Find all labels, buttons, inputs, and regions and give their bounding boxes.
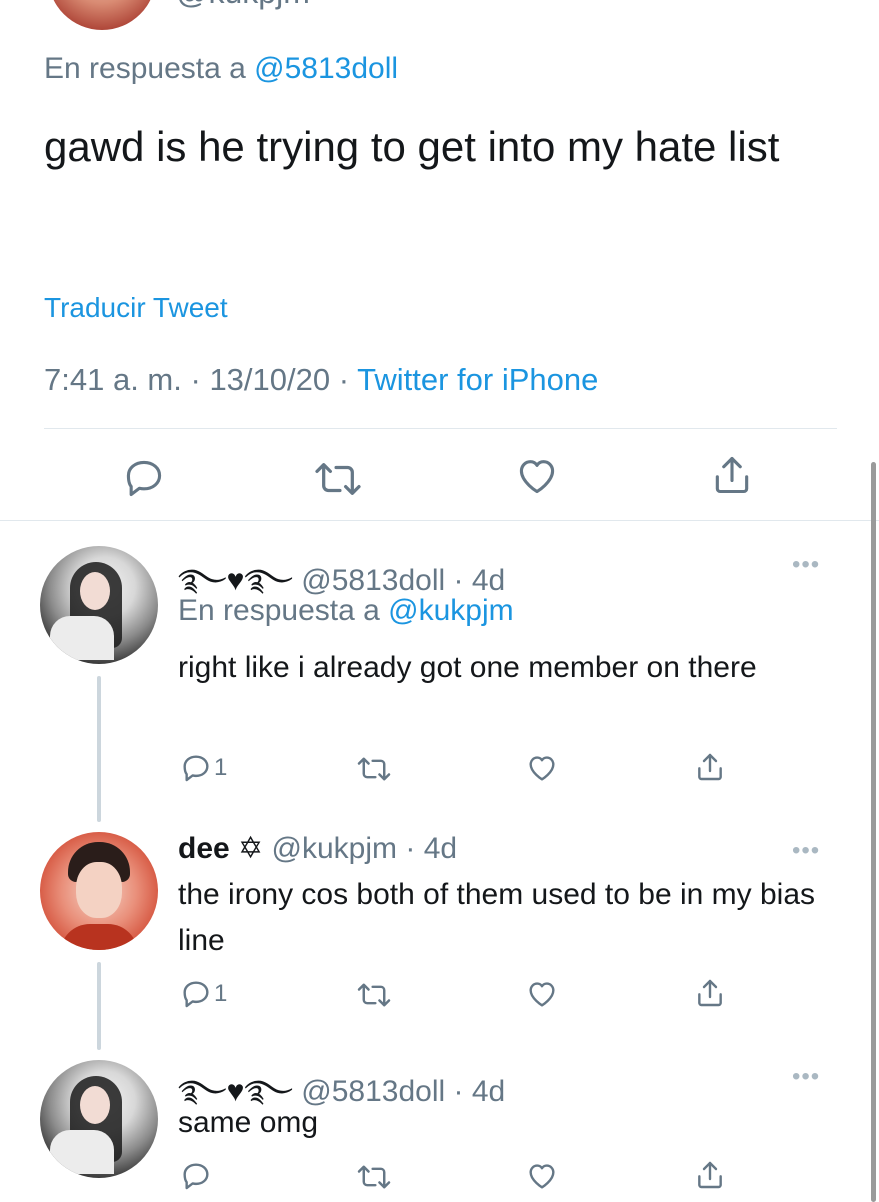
reply-age[interactable]: 4d <box>424 832 457 865</box>
like-button[interactable] <box>525 978 559 1010</box>
thread-line <box>97 676 101 822</box>
reply-text: same omg <box>178 1106 319 1139</box>
reply-text: the irony cos both of them used to be in… <box>178 878 816 957</box>
avatar-face <box>76 862 122 918</box>
reply-mention-link[interactable]: @kukpjm <box>388 594 513 627</box>
display-name[interactable]: dee <box>178 832 230 865</box>
tweet-date: 13/10/20 <box>209 362 331 397</box>
meta-separator: · <box>397 832 424 865</box>
retweet-button[interactable] <box>356 754 392 784</box>
thread-line <box>97 962 101 1050</box>
reply-mention-link[interactable]: @5813doll <box>254 52 398 85</box>
share-button[interactable] <box>694 1158 726 1192</box>
reply-icon <box>183 755 209 782</box>
tweet-metadata: 7:41 a. m. · 13/10/20 · Twitter for iPho… <box>44 362 598 398</box>
avatar-shirt <box>50 1130 114 1174</box>
meta-separator: · <box>190 362 201 397</box>
share-button[interactable] <box>694 750 726 784</box>
heart-icon <box>529 982 555 1007</box>
tweet-source-link[interactable]: Twitter for iPhone <box>357 362 598 397</box>
more-options-icon[interactable]: ••• <box>792 553 820 577</box>
reply-context: En respuesta a @kukpjm <box>178 594 514 628</box>
reply-button[interactable]: 1 <box>180 978 227 1010</box>
display-name[interactable]: ࿐♥︎࿐ <box>178 564 293 597</box>
reply-prefix: En respuesta a <box>44 52 255 85</box>
like-button[interactable] <box>525 1160 559 1192</box>
share-icon <box>698 753 722 781</box>
heart-icon <box>529 1164 555 1189</box>
avatar-face <box>80 572 110 610</box>
author-handle[interactable]: @kukpjm <box>176 0 310 11</box>
retweet-button[interactable] <box>312 458 364 500</box>
avatar-face <box>80 1086 110 1124</box>
reply-text: right like i already got one member on t… <box>178 651 757 684</box>
reply-header: dee ✡︎ @kukpjm · 4d <box>178 831 457 866</box>
share-button[interactable] <box>710 452 754 498</box>
divider <box>0 520 879 521</box>
reply-avatar[interactable] <box>40 1060 158 1178</box>
heart-icon <box>519 460 555 494</box>
retweet-icon <box>357 1165 391 1189</box>
scrollbar[interactable] <box>871 462 876 1202</box>
reply-count: 1 <box>214 754 228 781</box>
like-button[interactable] <box>525 752 559 784</box>
more-options-icon[interactable]: ••• <box>792 1065 820 1089</box>
tweet-text: gawd is he trying to get into my hate li… <box>44 123 780 170</box>
reply-handle[interactable]: @5813doll <box>301 564 445 597</box>
reply-button[interactable] <box>121 456 167 500</box>
reply-avatar[interactable] <box>40 546 158 664</box>
meta-separator: · <box>338 362 350 397</box>
retweet-button[interactable] <box>356 1162 392 1192</box>
reply-icon <box>183 981 209 1008</box>
meta-separator: · <box>445 564 472 597</box>
share-button[interactable] <box>694 976 726 1010</box>
heart-icon <box>529 756 555 781</box>
name-symbol: ✡︎ <box>238 832 264 865</box>
reply-avatar[interactable] <box>40 832 158 950</box>
reply-icon <box>126 460 162 497</box>
reply-handle[interactable]: @kukpjm <box>272 832 397 865</box>
retweet-icon <box>315 463 361 495</box>
divider <box>44 428 837 429</box>
share-icon <box>698 1161 722 1189</box>
tweet-time: 7:41 a. m. <box>44 362 182 397</box>
reply-icon <box>183 1163 209 1190</box>
retweet-button[interactable] <box>356 980 392 1010</box>
translate-tweet-link[interactable]: Traducir Tweet <box>44 292 228 324</box>
retweet-icon <box>357 983 391 1007</box>
share-icon <box>698 979 722 1007</box>
author-avatar[interactable] <box>48 0 156 30</box>
reply-button[interactable]: 1 <box>180 752 227 784</box>
reply-prefix: En respuesta a <box>178 594 389 627</box>
reply-context: En respuesta a @5813doll <box>44 52 398 86</box>
retweet-icon <box>357 757 391 781</box>
reply-age[interactable]: 4d <box>472 564 505 597</box>
reply-button[interactable] <box>180 1160 212 1192</box>
reply-count: 1 <box>214 980 228 1007</box>
avatar-collar <box>60 924 138 950</box>
like-button[interactable] <box>514 454 560 498</box>
share-icon <box>715 456 749 494</box>
more-options-icon[interactable]: ••• <box>792 839 820 863</box>
avatar-shirt <box>50 616 114 660</box>
